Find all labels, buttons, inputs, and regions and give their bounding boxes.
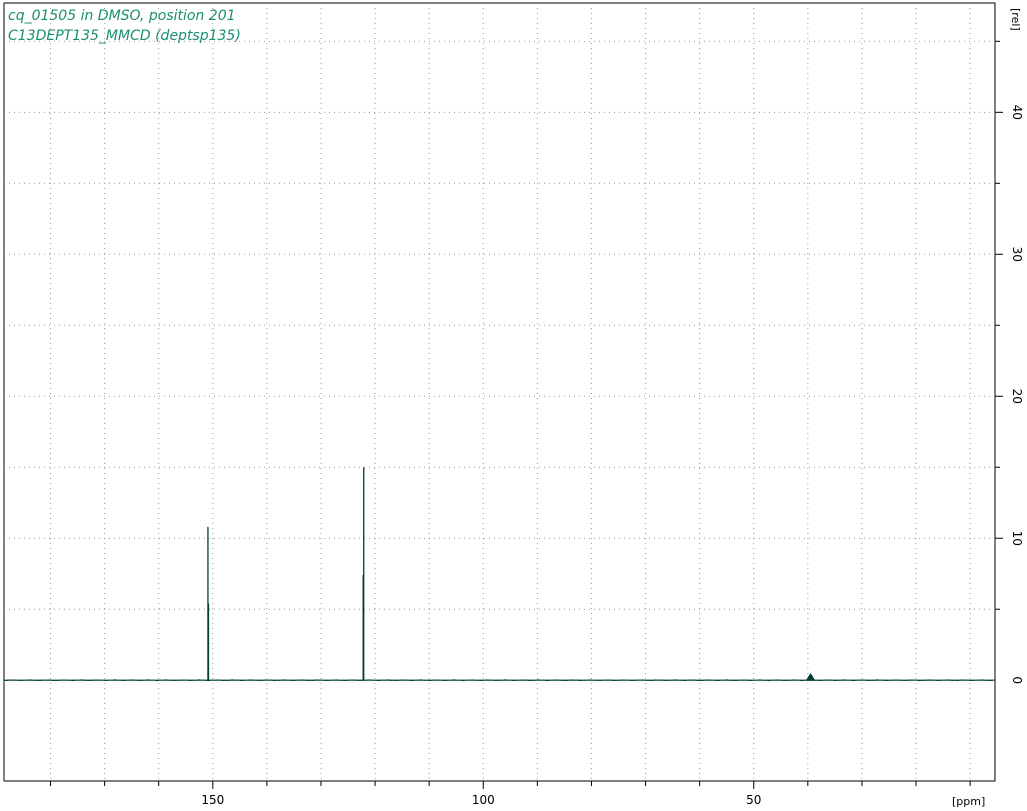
x-tick-label: 100 (472, 793, 495, 807)
chart-title-line-1: cq_01505 in DMSO, position 201 (8, 8, 236, 24)
plot-frame (3, 2, 996, 782)
y-tick-label: 10 (1010, 531, 1024, 546)
y-tick-label: 30 (1010, 247, 1024, 262)
spectrum-chart: 150 100 50 0 10 20 30 40 cq_01505 in DMSO, posi… (3, 2, 1024, 808)
y-tick-label: 40 (1010, 105, 1024, 120)
x-tick-label: 50 (746, 793, 761, 807)
chart-title-line-2: C13DEPT135_MMCD (deptsp135) (8, 28, 241, 44)
x-axis-unit-label: [ppm] (952, 795, 985, 808)
y-tick-label: 0 (1010, 676, 1024, 684)
x-tick-label: 150 (201, 793, 224, 807)
y-tick-label: 20 (1010, 389, 1024, 404)
y-axis-unit-label: [rel] (1009, 8, 1022, 31)
